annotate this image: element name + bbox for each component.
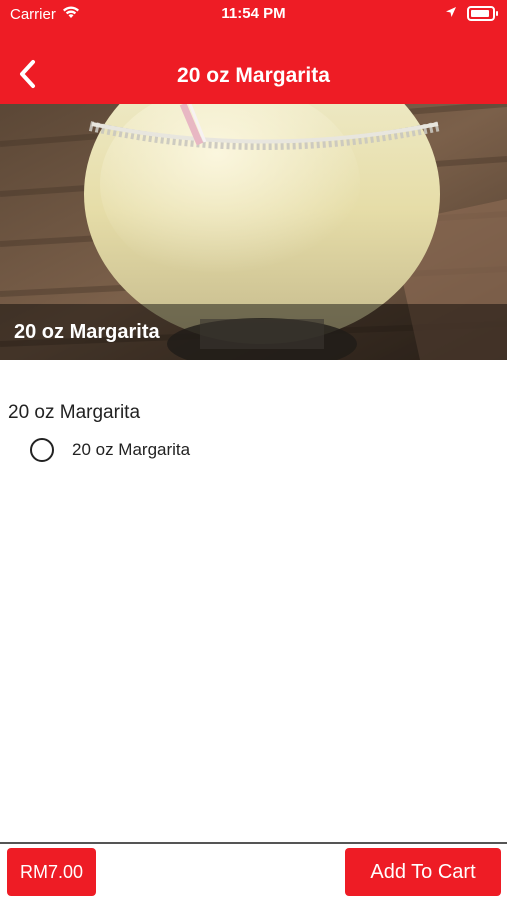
location-arrow-icon xyxy=(445,5,457,22)
top-header: Carrier 11:54 PM 20 oz Margarita xyxy=(0,0,507,104)
option-item[interactable]: 20 oz Margarita xyxy=(30,438,190,462)
image-caption: 20 oz Margarita xyxy=(14,321,160,343)
add-to-cart-button[interactable]: Add To Cart xyxy=(345,848,501,896)
option-label: 20 oz Margarita xyxy=(72,440,191,459)
product-image: 20 oz Margarita xyxy=(0,104,507,360)
status-bar: Carrier 11:54 PM xyxy=(0,0,507,28)
price-badge: RM7.00 xyxy=(7,848,96,896)
battery-icon xyxy=(467,6,498,21)
footer-divider xyxy=(0,842,507,844)
page-title: 20 oz Margarita xyxy=(177,64,330,87)
image-caption-overlay: 20 oz Margarita xyxy=(0,304,507,360)
radio-button[interactable] xyxy=(30,438,54,462)
option-group-title: 20 oz Margarita xyxy=(8,402,141,423)
status-right-icons xyxy=(445,5,498,22)
navigation-bar: 20 oz Margarita xyxy=(0,50,507,104)
status-time: 11:54 PM xyxy=(221,5,286,22)
